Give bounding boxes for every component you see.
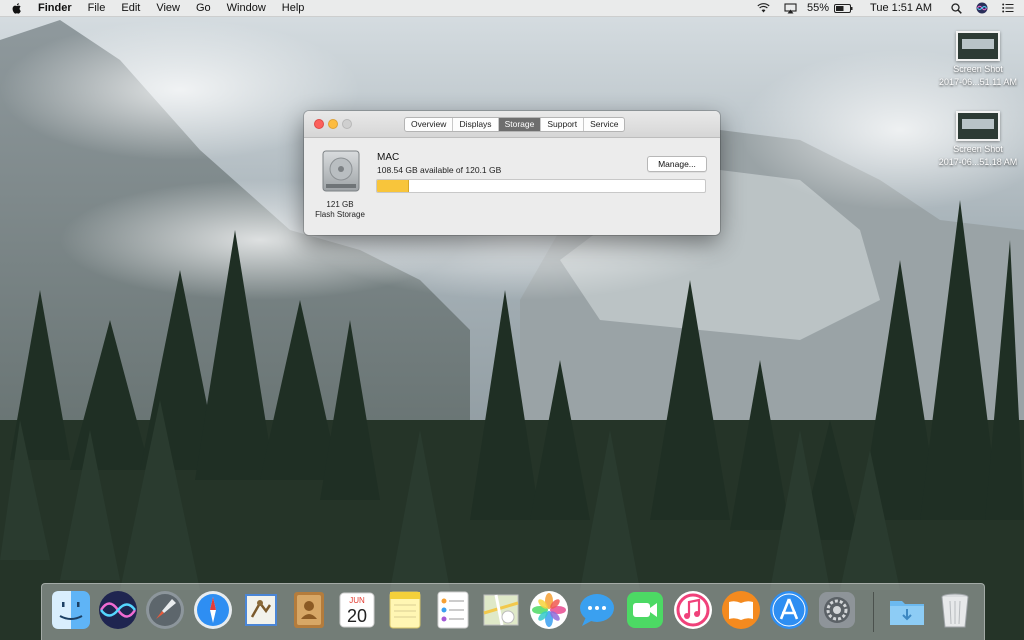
- menu-file[interactable]: File: [80, 0, 114, 16]
- maps-icon: [483, 594, 519, 626]
- appstore-icon: [770, 591, 808, 629]
- airplay-icon[interactable]: [777, 2, 804, 14]
- tab-displays[interactable]: Displays: [453, 118, 499, 131]
- dock-calendar[interactable]: JUN 20: [336, 589, 378, 631]
- apple-menu-icon[interactable]: [0, 2, 30, 14]
- dock-app-store[interactable]: [768, 589, 810, 631]
- desktop-file-name: Screen Shot: [953, 144, 1003, 154]
- desktop-file-screenshot-2[interactable]: Screen Shot 2017-06...51.18 AM: [933, 111, 1023, 167]
- dock-photos[interactable]: [528, 589, 570, 631]
- dock-trash[interactable]: [934, 589, 976, 631]
- menu-view[interactable]: View: [148, 0, 188, 16]
- siri-menu-icon[interactable]: [969, 2, 995, 14]
- ibooks-icon: [722, 591, 760, 629]
- volume-name: MAC: [377, 152, 400, 163]
- close-window-button[interactable]: [314, 119, 324, 129]
- desktop-file-screenshot-1[interactable]: Screen Shot 2017-06...51.11 AM: [933, 31, 1023, 87]
- reminders-icon: [437, 591, 469, 629]
- dock-separator: [873, 592, 874, 632]
- safari-icon: [194, 591, 232, 629]
- zoom-window-button: [342, 119, 352, 129]
- calendar-day: 20: [347, 606, 367, 626]
- dock-downloads[interactable]: [886, 589, 928, 631]
- tab-support[interactable]: Support: [541, 118, 585, 131]
- itunes-icon: [674, 591, 712, 629]
- desktop: Finder File Edit View Go Window Help 55%…: [0, 0, 1024, 640]
- notification-center-icon[interactable]: [995, 3, 1024, 13]
- dock-facetime[interactable]: [624, 589, 666, 631]
- menu-clock[interactable]: Tue 1:51 AM: [860, 0, 944, 16]
- dock-maps[interactable]: [480, 589, 522, 631]
- messages-icon: [580, 594, 614, 626]
- menu-window[interactable]: Window: [219, 0, 274, 16]
- desktop-file-date: 2017-06...51.18 AM: [938, 157, 1018, 167]
- desktop-file-date: 2017-06...51.11 AM: [939, 77, 1017, 87]
- dock-launchpad[interactable]: [144, 589, 186, 631]
- calendar-icon: JUN 20: [339, 592, 375, 628]
- dock-siri[interactable]: [97, 589, 139, 631]
- dock-safari[interactable]: [192, 589, 234, 631]
- photos-icon: [530, 591, 568, 629]
- contacts-icon: [294, 592, 324, 628]
- hard-drive-icon: [320, 150, 362, 192]
- tab-storage[interactable]: Storage: [498, 118, 542, 131]
- calendar-month: JUN: [349, 596, 365, 605]
- menu-app-name[interactable]: Finder: [30, 0, 80, 16]
- dock: JUN 20: [41, 583, 985, 640]
- dock-mail[interactable]: [240, 589, 282, 631]
- disk-type: Flash Storage: [315, 210, 365, 219]
- dock-notes[interactable]: [384, 589, 426, 631]
- storage-panel: 121 GB Flash Storage MAC 108.54 GB avail…: [304, 138, 720, 235]
- mail-icon: [245, 594, 277, 626]
- battery-icon[interactable]: [832, 3, 860, 13]
- storage-usage-bar: [376, 179, 706, 193]
- menu-help[interactable]: Help: [274, 0, 313, 16]
- dock-itunes[interactable]: [672, 589, 714, 631]
- screenshot-thumbnail-icon: [956, 31, 1000, 61]
- wifi-icon[interactable]: [750, 3, 777, 13]
- dock-messages[interactable]: [576, 589, 618, 631]
- menu-go[interactable]: Go: [188, 0, 219, 16]
- downloads-folder-icon: [890, 601, 924, 625]
- dock-finder[interactable]: [50, 589, 92, 631]
- storage-used-fill: [377, 180, 410, 192]
- screenshot-thumbnail-icon: [956, 111, 1000, 141]
- tab-service[interactable]: Service: [584, 118, 624, 131]
- segmented-tab-control: Overview Displays Storage Support Servic…: [404, 117, 626, 132]
- battery-percent[interactable]: 55%: [804, 0, 832, 16]
- about-this-mac-window: Overview Displays Storage Support Servic…: [304, 111, 720, 235]
- desktop-file-name: Screen Shot: [953, 64, 1003, 74]
- window-titlebar[interactable]: Overview Displays Storage Support Servic…: [304, 111, 720, 138]
- menu-edit[interactable]: Edit: [113, 0, 148, 16]
- wallpaper: [0, 0, 1024, 640]
- menu-bar: Finder File Edit View Go Window Help 55%…: [0, 0, 1024, 17]
- trash-icon: [941, 593, 969, 628]
- launchpad-icon: [146, 591, 184, 629]
- dock-reminders[interactable]: [432, 589, 474, 631]
- minimize-window-button[interactable]: [328, 119, 338, 129]
- system-preferences-icon: [819, 592, 855, 628]
- manage-button[interactable]: Manage...: [647, 156, 707, 172]
- notes-icon: [389, 591, 421, 629]
- menu-extras: 55% Tue 1:51 AM: [750, 0, 1024, 16]
- volume-available-text: 108.54 GB available of 120.1 GB: [377, 165, 502, 175]
- forest: [0, 200, 1024, 590]
- dock-contacts[interactable]: [288, 589, 330, 631]
- finder-icon: [52, 591, 90, 629]
- dock-ibooks[interactable]: [720, 589, 762, 631]
- disk-size: 121 GB: [326, 200, 354, 209]
- tab-overview[interactable]: Overview: [405, 118, 454, 131]
- facetime-icon: [627, 592, 663, 628]
- spotlight-search-icon[interactable]: [944, 2, 969, 14]
- dock-system-preferences[interactable]: [816, 589, 858, 631]
- disk-caption: 121 GB Flash Storage: [308, 200, 372, 220]
- siri-icon: [99, 591, 137, 629]
